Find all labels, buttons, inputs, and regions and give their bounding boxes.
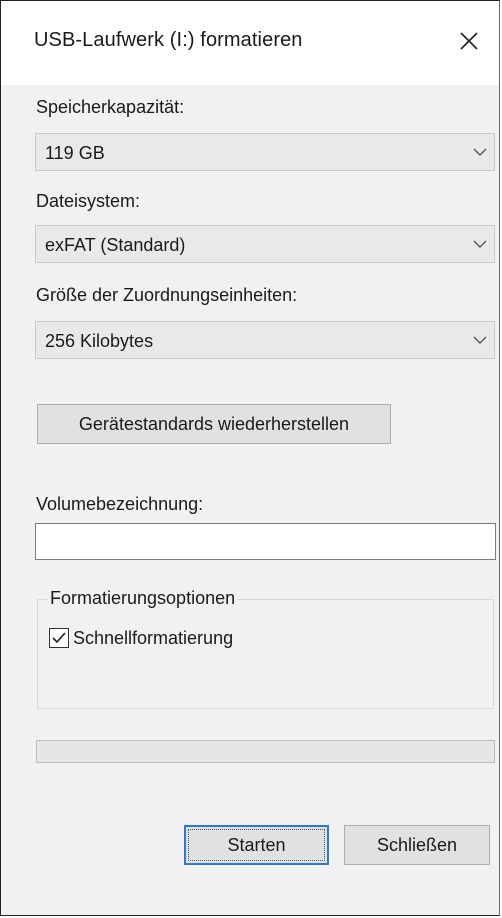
title-bar: USB-Laufwerk (I:) formatieren — [1, 1, 499, 85]
close-window-button[interactable] — [439, 19, 499, 63]
dialog-title: USB-Laufwerk (I:) formatieren — [34, 29, 303, 51]
allocation-value: 256 Kilobytes — [45, 331, 154, 351]
format-progress-bar — [36, 740, 495, 763]
quick-format-label: Schnellformatierung — [73, 627, 234, 648]
allocation-label: Größe der Zuordnungseinheiten: — [36, 285, 298, 305]
format-options-title: Formatierungsoptionen — [47, 588, 239, 609]
quick-format-checkbox[interactable] — [49, 628, 69, 648]
capacity-select[interactable]: 119 GB — [35, 133, 495, 171]
quick-format-option[interactable]: Schnellformatierung — [49, 626, 233, 650]
filesystem-label: Dateisystem: — [36, 191, 141, 211]
chevron-down-icon — [473, 148, 487, 156]
chevron-down-icon — [473, 240, 487, 248]
close-icon — [460, 32, 478, 50]
filesystem-select[interactable]: exFAT (Standard) — [35, 225, 495, 263]
restore-defaults-button[interactable]: Gerätestandards wiederherstellen — [37, 404, 391, 444]
chevron-down-icon — [473, 336, 487, 344]
allocation-select[interactable]: 256 Kilobytes — [35, 321, 495, 359]
format-options-group — [37, 599, 494, 709]
filesystem-value: exFAT (Standard) — [45, 235, 186, 255]
capacity-value: 119 GB — [45, 143, 105, 163]
capacity-label: Speicherkapazität: — [36, 97, 185, 117]
checkmark-icon — [52, 632, 66, 644]
volume-label-input[interactable] — [35, 523, 496, 560]
volume-label: Volumebezeichnung: — [36, 494, 204, 514]
start-button[interactable]: Starten — [184, 825, 329, 865]
format-dialog: USB-Laufwerk (I:) formatieren Speicherka… — [0, 0, 500, 916]
close-button[interactable]: Schließen — [344, 825, 490, 865]
